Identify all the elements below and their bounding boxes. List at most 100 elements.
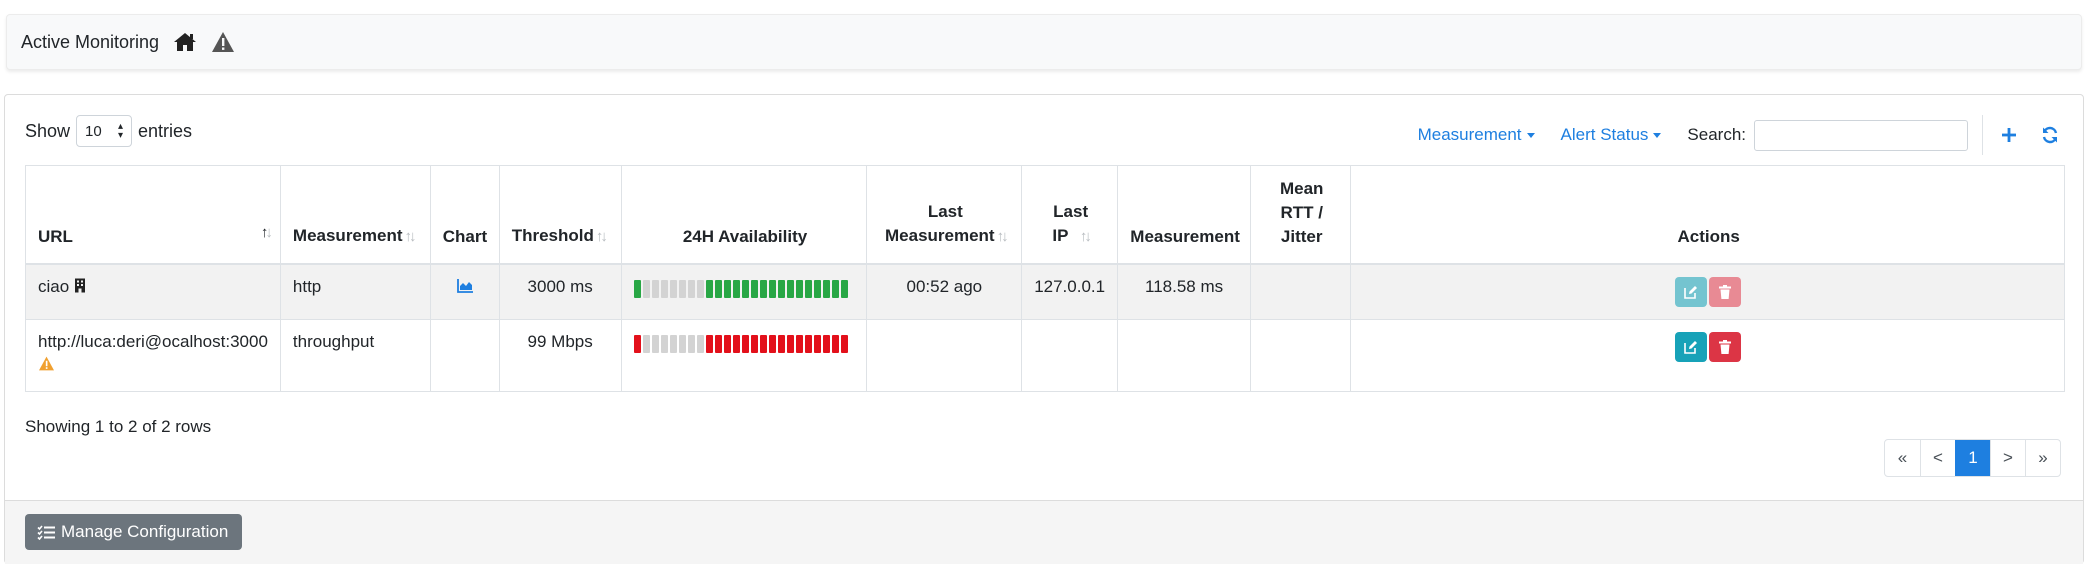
col-availability: 24H Availability bbox=[620, 165, 868, 265]
edit-icon bbox=[1683, 285, 1697, 299]
col-actions: Actions bbox=[1350, 165, 2065, 265]
entries-value: 10 bbox=[85, 122, 102, 140]
availability-slot bbox=[777, 335, 785, 353]
availability-slot bbox=[813, 335, 821, 353]
availability-slot bbox=[669, 335, 677, 353]
cell-last-measurement bbox=[866, 319, 1023, 392]
col-actions-label: Actions bbox=[1677, 226, 1740, 246]
availability-slot bbox=[642, 335, 650, 353]
availability-slot bbox=[687, 279, 695, 298]
plus-icon[interactable] bbox=[2001, 127, 2017, 143]
col-measurement-value: Measurement bbox=[1117, 165, 1252, 265]
sort-icon: ↑↓ bbox=[996, 227, 1009, 245]
toolbar-divider bbox=[1982, 115, 1983, 155]
cell-rtt-jitter bbox=[1250, 319, 1352, 392]
availability-slot bbox=[768, 335, 776, 353]
area-chart-icon[interactable] bbox=[456, 277, 473, 296]
search-input[interactable] bbox=[1754, 119, 1968, 151]
pagination: « < 1 > » bbox=[1884, 439, 2061, 477]
availability-slot bbox=[678, 279, 686, 298]
availability-slot bbox=[786, 279, 794, 298]
col-last-ip-label-1: Last bbox=[1053, 201, 1089, 221]
cell-threshold: 99 Mbps bbox=[498, 319, 622, 392]
warning-icon bbox=[38, 356, 55, 375]
col-last-measurement-label-2: Measurement bbox=[885, 225, 995, 245]
cell-chart bbox=[429, 319, 500, 392]
availability-slot bbox=[705, 335, 713, 353]
availability-slot bbox=[741, 335, 749, 353]
availability-slot bbox=[831, 279, 839, 298]
delete-button[interactable] bbox=[1708, 332, 1741, 362]
col-last-measurement[interactable]: Last Measurement ↑↓ bbox=[866, 165, 1023, 265]
availability-slot bbox=[822, 279, 830, 298]
availability-slot bbox=[687, 335, 695, 353]
url-text: ciao bbox=[38, 276, 70, 296]
entries-label: entries bbox=[138, 120, 193, 141]
edit-button[interactable] bbox=[1674, 332, 1707, 362]
delete-button[interactable] bbox=[1708, 276, 1741, 307]
col-url-label: URL bbox=[38, 226, 73, 246]
availability-slot bbox=[723, 279, 731, 298]
col-rtt-label-2: RTT / bbox=[1280, 202, 1323, 222]
availability-slot bbox=[660, 335, 668, 353]
page-title: Active Monitoring bbox=[21, 31, 160, 52]
availability-slot bbox=[705, 279, 713, 298]
refresh-icon[interactable] bbox=[2041, 126, 2059, 144]
availability-slot bbox=[723, 335, 731, 353]
availability-bar bbox=[633, 279, 855, 298]
cell-actions bbox=[1350, 319, 2065, 392]
col-availability-label: 24H Availability bbox=[682, 226, 808, 246]
cell-measurement: http bbox=[279, 263, 431, 320]
trash-icon bbox=[1718, 284, 1731, 299]
caret-down-icon bbox=[1526, 132, 1535, 138]
entries-select[interactable]: 10 ▴ ▾ bbox=[76, 115, 133, 147]
col-threshold[interactable]: Threshold ↑↓ bbox=[498, 165, 622, 265]
col-last-ip-label-2: IP bbox=[1052, 225, 1069, 245]
manage-configuration-button[interactable]: Manage Configuration bbox=[25, 514, 243, 550]
cell-url: http://luca:deri@ocalhost:3000 bbox=[25, 319, 281, 392]
show-label: Show bbox=[25, 120, 71, 141]
col-last-ip[interactable]: Last IP ↑↓ bbox=[1021, 165, 1119, 265]
availability-slot bbox=[633, 335, 641, 353]
availability-slot bbox=[795, 279, 803, 298]
home-icon[interactable] bbox=[173, 32, 197, 52]
availability-slot bbox=[714, 335, 722, 353]
select-arrows-icon: ▴ ▾ bbox=[118, 121, 124, 141]
availability-slot bbox=[804, 335, 812, 353]
measurement-filter-dropdown[interactable]: Measurement bbox=[1418, 125, 1535, 145]
edit-button[interactable] bbox=[1674, 276, 1707, 307]
availability-slot bbox=[669, 279, 677, 298]
pagination-next[interactable]: > bbox=[1990, 440, 2025, 476]
availability-slot bbox=[651, 279, 659, 298]
manage-configuration-label: Manage Configuration bbox=[61, 522, 229, 541]
col-rtt-label-3: Jitter bbox=[1280, 226, 1323, 246]
cell-chart bbox=[429, 263, 500, 320]
col-url[interactable]: URL ↑↓ bbox=[25, 165, 281, 265]
monitoring-table: URL ↑↓ Measurement ↑↓ Chart Threshold ↑↓ 2… bbox=[25, 165, 2065, 392]
url-text: http://luca:deri@ocalhost:3000 bbox=[38, 332, 268, 351]
pagination-page-1[interactable]: 1 bbox=[1955, 440, 1990, 476]
pagination-first[interactable]: « bbox=[1885, 440, 1920, 476]
cell-availability bbox=[620, 319, 868, 392]
availability-slot bbox=[696, 279, 704, 298]
table-header-row: URL ↑↓ Measurement ↑↓ Chart Threshold ↑↓ 2… bbox=[25, 165, 2065, 265]
warning-icon[interactable] bbox=[211, 31, 235, 53]
cell-url: ciao bbox=[25, 263, 281, 320]
sort-asc-icon: ↑↓ bbox=[260, 223, 273, 241]
alert-status-filter-dropdown[interactable]: Alert Status bbox=[1561, 125, 1662, 145]
availability-slot bbox=[696, 335, 704, 353]
edit-icon bbox=[1683, 341, 1697, 354]
pagination-last[interactable]: » bbox=[2025, 440, 2060, 476]
col-chart-label: Chart bbox=[442, 226, 488, 246]
cell-last-measurement: 00:52 ago bbox=[866, 263, 1023, 320]
col-measurement[interactable]: Measurement ↑↓ bbox=[279, 165, 431, 265]
availability-slot bbox=[786, 335, 794, 353]
table-row: http://luca:deri@ocalhost:3000 throughpu… bbox=[25, 319, 2065, 392]
cell-rtt-jitter bbox=[1250, 263, 1352, 320]
sort-icon: ↑↓ bbox=[595, 227, 608, 245]
availability-bar bbox=[633, 335, 855, 353]
building-icon bbox=[74, 277, 86, 296]
sort-icon: ↑↓ bbox=[1079, 227, 1092, 245]
pagination-prev[interactable]: < bbox=[1920, 440, 1955, 476]
availability-slot bbox=[741, 279, 749, 298]
